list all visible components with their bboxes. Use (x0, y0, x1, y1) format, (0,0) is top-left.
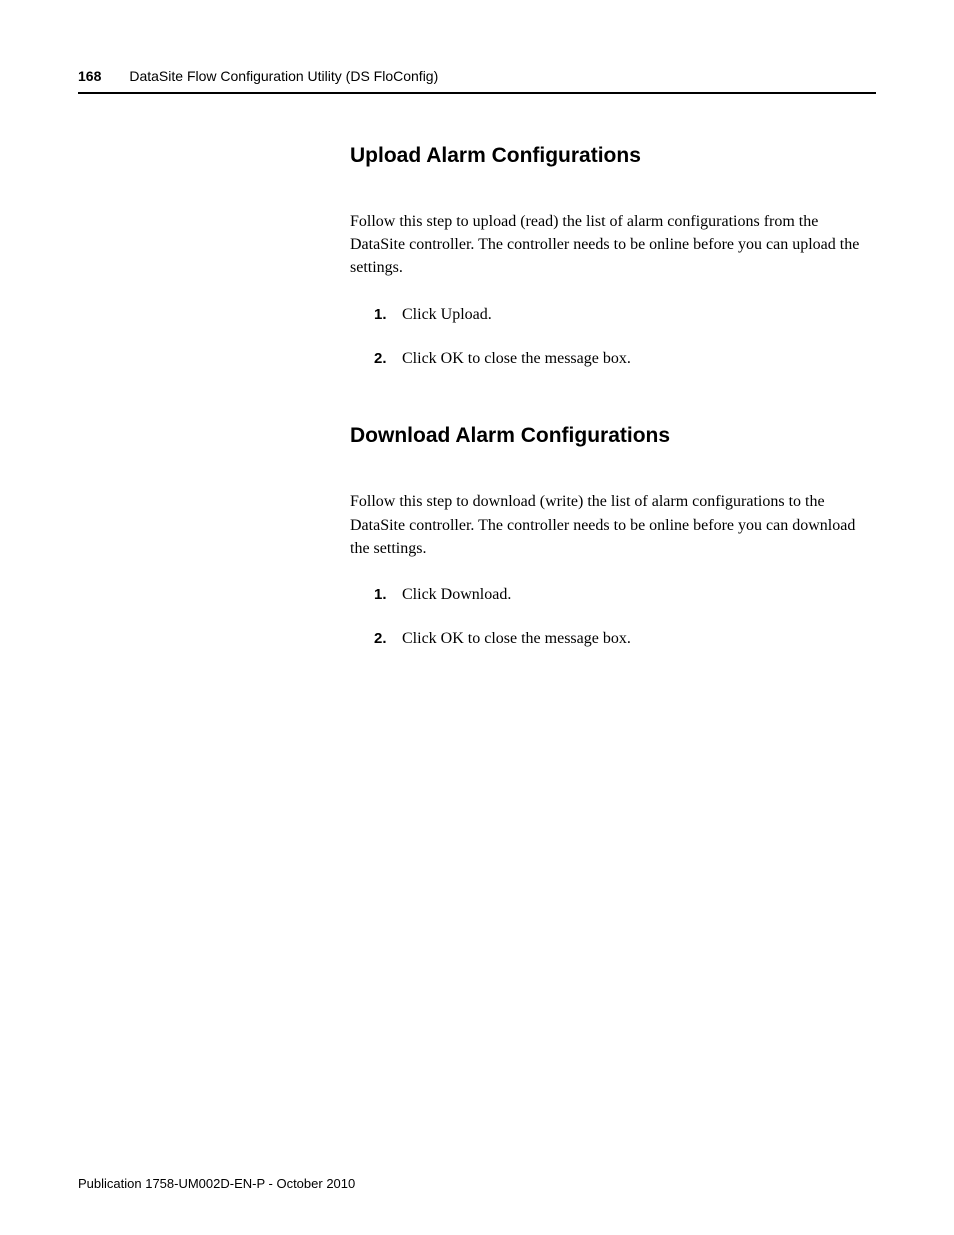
list-number: 2. (374, 348, 392, 370)
page-number: 168 (78, 68, 101, 84)
list-item: 2. Click OK to close the message box. (374, 348, 876, 370)
steps-list-upload: 1. Click Upload. 2. Click OK to close th… (374, 304, 876, 371)
steps-list-download: 1. Click Download. 2. Click OK to close … (374, 584, 876, 651)
section-heading-upload: Upload Alarm Configurations (350, 144, 876, 168)
list-text: Click Download. (402, 584, 511, 606)
page-header: 168 DataSite Flow Configuration Utility … (78, 68, 876, 94)
list-text: Click OK to close the message box. (402, 348, 631, 370)
main-content: Upload Alarm Configurations Follow this … (350, 144, 876, 651)
section-heading-download: Download Alarm Configurations (350, 424, 876, 448)
list-text: Click OK to close the message box. (402, 628, 631, 650)
section-paragraph-download: Follow this step to download (write) the… (350, 490, 876, 560)
page-container: 168 DataSite Flow Configuration Utility … (0, 0, 954, 651)
list-text: Click Upload. (402, 304, 492, 326)
list-number: 2. (374, 628, 392, 650)
section-paragraph-upload: Follow this step to upload (read) the li… (350, 210, 876, 280)
list-number: 1. (374, 584, 392, 606)
page-footer: Publication 1758-UM002D-EN-P - October 2… (78, 1176, 355, 1191)
list-item: 1. Click Upload. (374, 304, 876, 326)
header-title: DataSite Flow Configuration Utility (DS … (129, 68, 438, 84)
list-number: 1. (374, 304, 392, 326)
list-item: 2. Click OK to close the message box. (374, 628, 876, 650)
list-item: 1. Click Download. (374, 584, 876, 606)
